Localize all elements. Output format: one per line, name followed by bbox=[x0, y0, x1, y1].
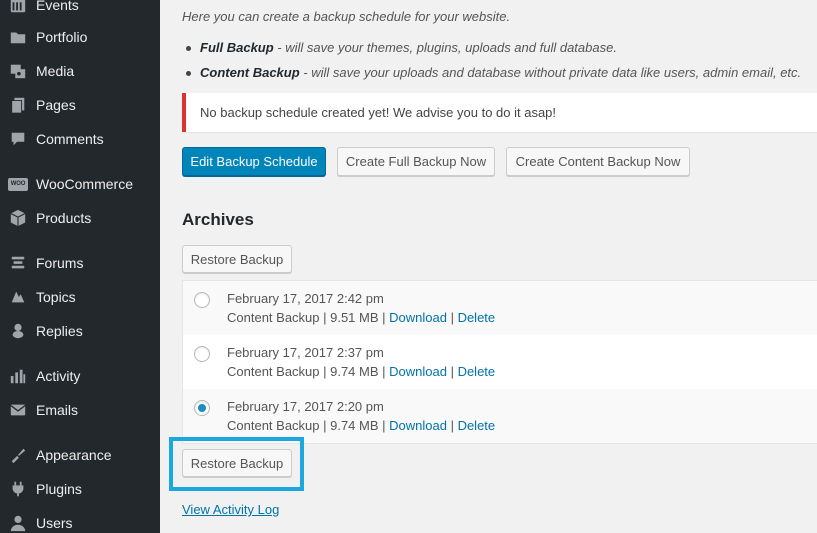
list-item: Full Backup - will save your themes, plu… bbox=[186, 39, 801, 64]
notice-text: No backup schedule created yet! We advis… bbox=[200, 105, 557, 120]
woocommerce-icon: WOO bbox=[8, 174, 28, 194]
sidebar-item-portfolio[interactable]: Portfolio bbox=[0, 22, 160, 52]
intro-text: Here you can create a backup schedule fo… bbox=[182, 9, 511, 24]
topics-icon bbox=[8, 287, 28, 307]
sidebar-item-replies[interactable]: Replies bbox=[0, 316, 160, 346]
backup-meta: Content Backup | 9.74 MB | Download | De… bbox=[227, 418, 495, 433]
sidebar-item-label: Replies bbox=[36, 323, 83, 339]
bullet-term: Content Backup bbox=[200, 65, 300, 80]
products-icon bbox=[8, 208, 28, 228]
sidebar-item-label: Appearance bbox=[36, 447, 112, 463]
sidebar-item-label: Media bbox=[36, 63, 75, 79]
forums-icon bbox=[8, 253, 28, 273]
sidebar-item-emails[interactable]: Emails bbox=[0, 395, 160, 425]
calendar-icon bbox=[8, 0, 28, 15]
plugins-icon bbox=[8, 479, 28, 499]
backup-info: Content Backup | 9.74 MB | bbox=[227, 364, 390, 379]
bullet-desc: - will save your uploads and database wi… bbox=[299, 65, 802, 80]
sidebar-item-label: Pages bbox=[36, 97, 76, 113]
table-row[interactable]: February 17, 2017 2:42 pm Content Backup… bbox=[183, 281, 817, 335]
sidebar-item-pages[interactable]: Pages bbox=[0, 90, 160, 120]
emails-icon bbox=[8, 400, 28, 420]
backup-meta: Content Backup | 9.74 MB | Download | De… bbox=[227, 364, 495, 379]
link-separator: | bbox=[446, 310, 458, 325]
download-link[interactable]: Download bbox=[389, 418, 447, 433]
admin-sidebar: Events Portfolio Media Pages Comments WO… bbox=[0, 0, 160, 533]
sidebar-item-forums[interactable]: Forums bbox=[0, 248, 160, 278]
sidebar-item-products[interactable]: Products bbox=[0, 203, 160, 233]
sidebar-item-activity[interactable]: Activity bbox=[0, 361, 160, 391]
sidebar-item-label: Topics bbox=[36, 289, 76, 305]
sidebar-item-label: Emails bbox=[36, 402, 79, 418]
sidebar-item-woocommerce[interactable]: WOO WooCommerce bbox=[0, 169, 160, 199]
backup-radio[interactable] bbox=[194, 400, 210, 416]
backup-date: February 17, 2017 2:20 pm bbox=[227, 399, 384, 414]
sidebar-item-plugins[interactable]: Plugins bbox=[0, 474, 160, 504]
backup-type-list: Full Backup - will save your themes, plu… bbox=[186, 39, 801, 89]
sidebar-item-appearance[interactable]: Appearance bbox=[0, 440, 160, 470]
sidebar-item-label: Activity bbox=[36, 368, 81, 384]
sidebar-item-label: WooCommerce bbox=[36, 176, 133, 192]
sidebar-item-label: Events bbox=[36, 0, 79, 13]
list-item: Content Backup - will save your uploads … bbox=[186, 64, 801, 89]
backup-info: Content Backup | 9.74 MB | bbox=[227, 418, 390, 433]
delete-link[interactable]: Delete bbox=[458, 418, 496, 433]
sidebar-item-events[interactable]: Events bbox=[0, 0, 160, 20]
link-separator: | bbox=[446, 418, 458, 433]
highlight-box bbox=[169, 437, 304, 491]
sidebar-item-label: Forums bbox=[36, 255, 84, 271]
comments-icon bbox=[8, 129, 28, 149]
archives-heading: Archives bbox=[182, 210, 254, 229]
error-notice: No backup schedule created yet! We advis… bbox=[182, 93, 817, 132]
activity-icon bbox=[8, 366, 28, 386]
view-activity-log-link[interactable]: View Activity Log bbox=[182, 502, 279, 517]
table-row[interactable]: February 17, 2017 2:37 pm Content Backup… bbox=[183, 335, 817, 389]
sidebar-item-label: Users bbox=[36, 515, 73, 531]
download-link[interactable]: Download bbox=[389, 364, 447, 379]
sidebar-item-users[interactable]: Users bbox=[0, 508, 160, 533]
link-separator: | bbox=[446, 364, 458, 379]
delete-link[interactable]: Delete bbox=[458, 310, 496, 325]
backup-radio[interactable] bbox=[194, 346, 210, 362]
restore-backup-button-top[interactable]: Restore Backup bbox=[182, 245, 292, 273]
bullet-term: Full Backup bbox=[200, 40, 274, 55]
backup-radio[interactable] bbox=[194, 292, 210, 308]
backup-archive-list: February 17, 2017 2:42 pm Content Backup… bbox=[182, 280, 817, 444]
create-full-backup-button[interactable]: Create Full Backup Now bbox=[337, 147, 495, 176]
sidebar-item-label: Products bbox=[36, 210, 92, 226]
replies-icon bbox=[8, 321, 28, 341]
table-row[interactable]: February 17, 2017 2:20 pm Content Backup… bbox=[183, 389, 817, 443]
delete-link[interactable]: Delete bbox=[458, 364, 496, 379]
sidebar-item-label: Portfolio bbox=[36, 29, 88, 45]
create-content-backup-button[interactable]: Create Content Backup Now bbox=[506, 147, 690, 176]
appearance-icon bbox=[8, 445, 28, 465]
pages-icon bbox=[8, 95, 28, 115]
media-icon bbox=[8, 61, 28, 81]
sidebar-item-topics[interactable]: Topics bbox=[0, 282, 160, 312]
sidebar-item-label: Comments bbox=[36, 131, 104, 147]
backup-date: February 17, 2017 2:37 pm bbox=[227, 345, 384, 360]
sidebar-item-comments[interactable]: Comments bbox=[0, 124, 160, 154]
edit-backup-schedule-button[interactable]: Edit Backup Schedule bbox=[182, 147, 326, 176]
backup-meta: Content Backup | 9.51 MB | Download | De… bbox=[227, 310, 495, 325]
users-icon bbox=[8, 513, 28, 533]
bullet-desc: - will save your themes, plugins, upload… bbox=[273, 40, 617, 55]
backup-info: Content Backup | 9.51 MB | bbox=[227, 310, 390, 325]
backup-date: February 17, 2017 2:42 pm bbox=[227, 291, 384, 306]
portfolio-icon bbox=[8, 27, 28, 47]
sidebar-item-label: Plugins bbox=[36, 481, 82, 497]
sidebar-item-media[interactable]: Media bbox=[0, 56, 160, 86]
download-link[interactable]: Download bbox=[389, 310, 447, 325]
